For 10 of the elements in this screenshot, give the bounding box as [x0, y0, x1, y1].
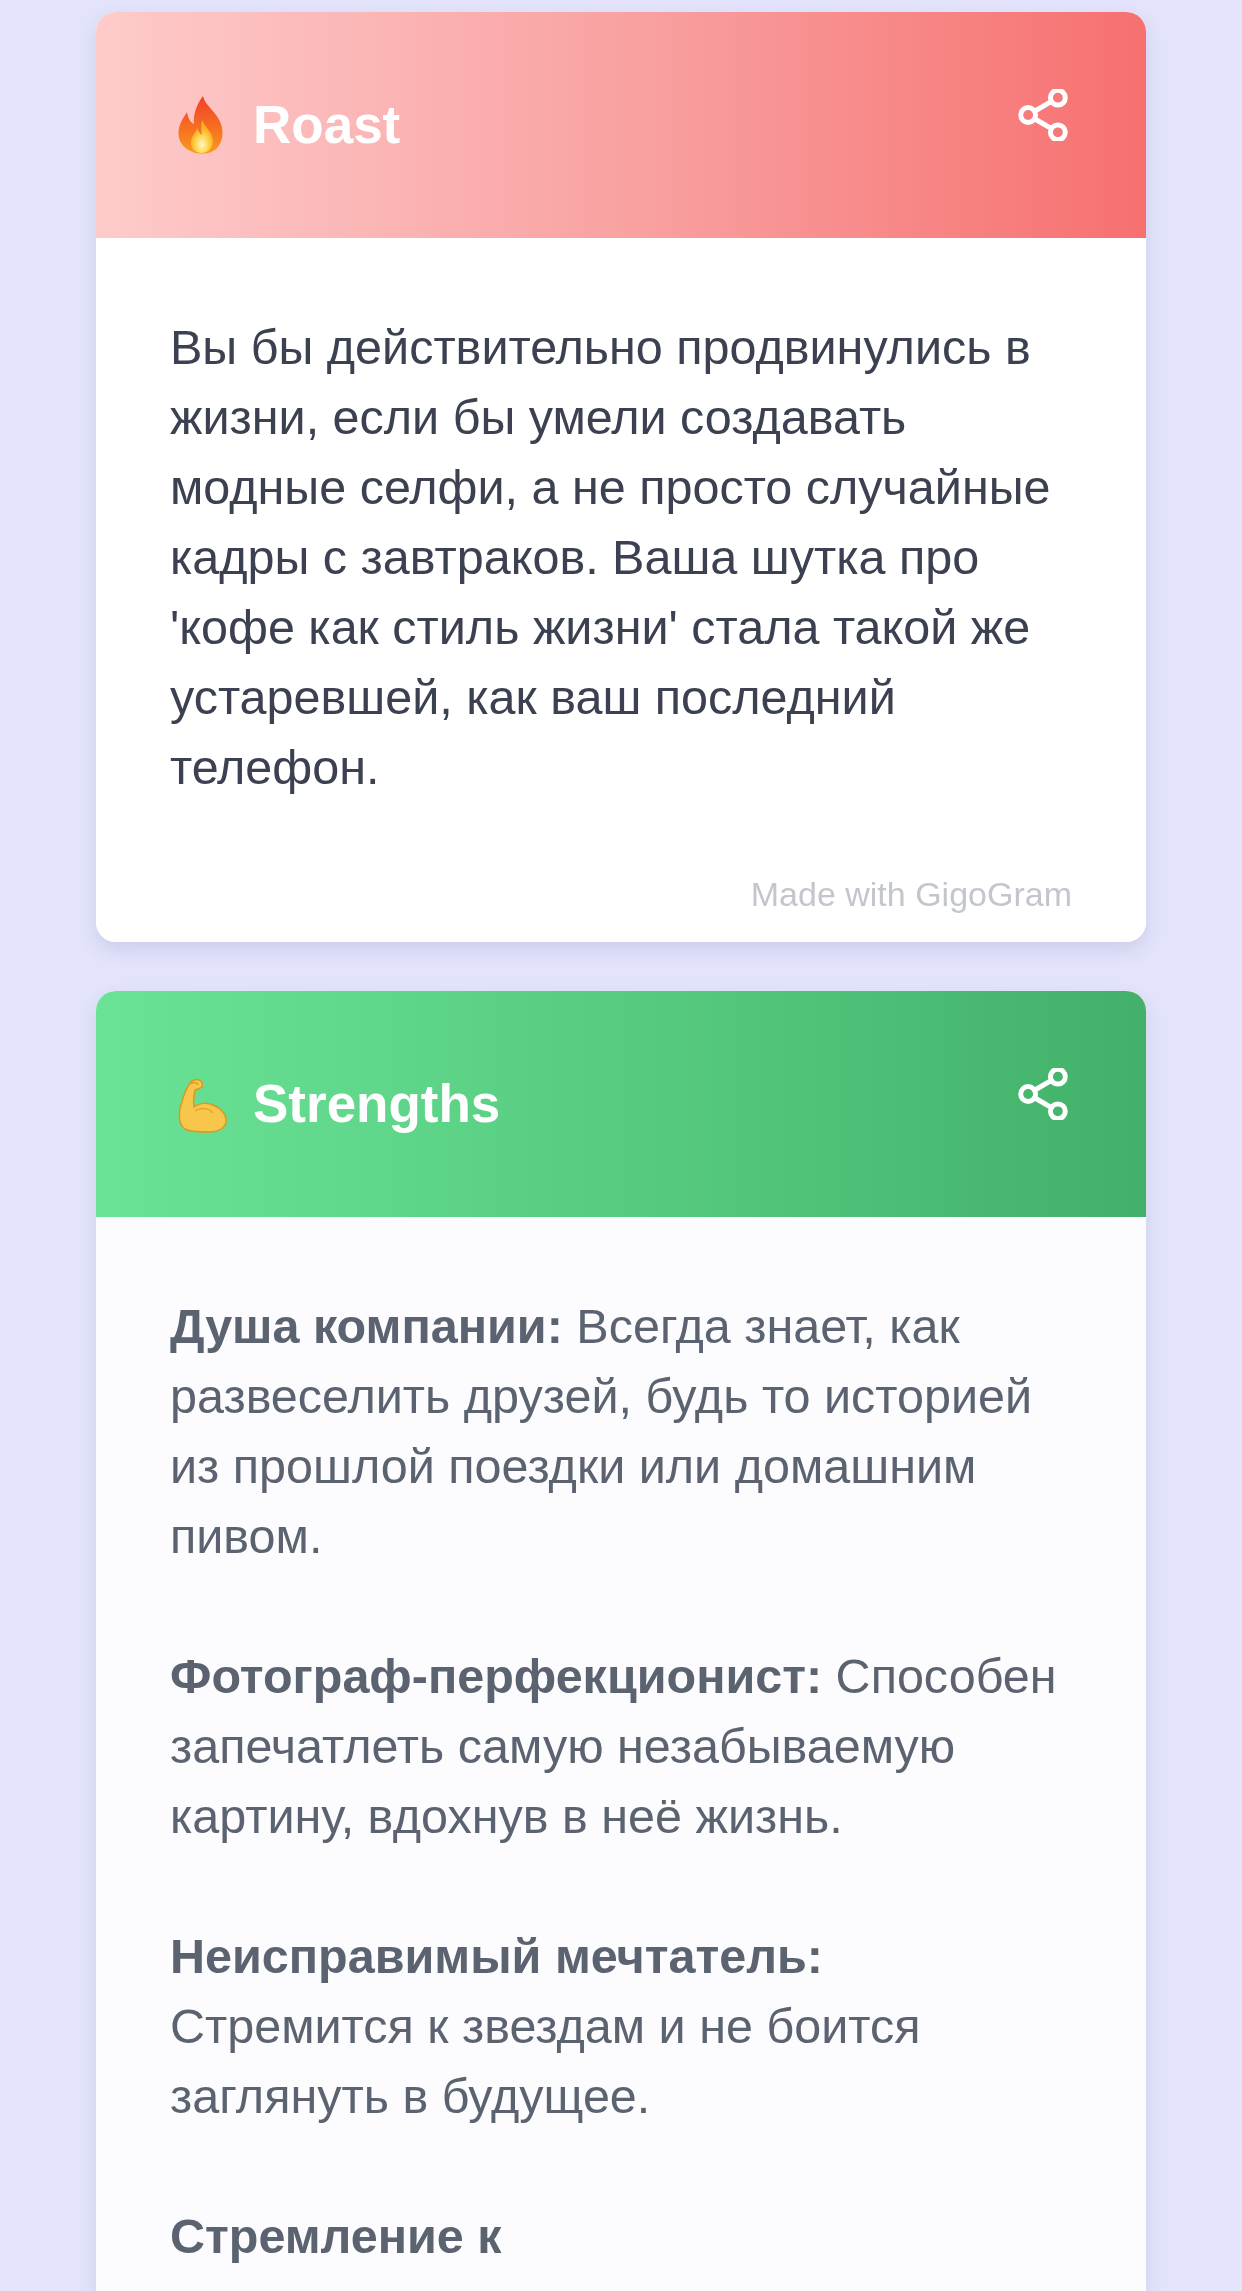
strength-paragraph: Стремление к: [170, 2208, 503, 2265]
roast-text: Вы бы действительно продвинулись в жизни, если бы умели создавать модные селфи, а не просто случайные кадры с завтраков. Ваша шутка про 'кофе как стиль жизни' стала такой же устаревшей, как ваш последний телефон.: [170, 319, 1052, 796]
share-button[interactable]: [1017, 1068, 1069, 1120]
strength-paragraph: Душа компании: Всегда знает, как развеселить друзей, будь то историей из прошлой поездки или домашним пивом.: [170, 1298, 1034, 1565]
footer-credit: Made with GigoGram: [749, 874, 1072, 915]
card-title: Roast: [253, 94, 401, 157]
share-button[interactable]: [1017, 89, 1069, 141]
card-title: Strengths: [253, 1073, 501, 1136]
strength-paragraph: Неисправимый мечтатель: Стремится к звездам и не боится заглянуть в будущее.: [170, 1928, 922, 2125]
strength-paragraph: Фотограф-перфекционист: Способен запечатлеть самую незабываемую картину, вдохнув в неё жизнь.: [170, 1648, 1058, 1845]
